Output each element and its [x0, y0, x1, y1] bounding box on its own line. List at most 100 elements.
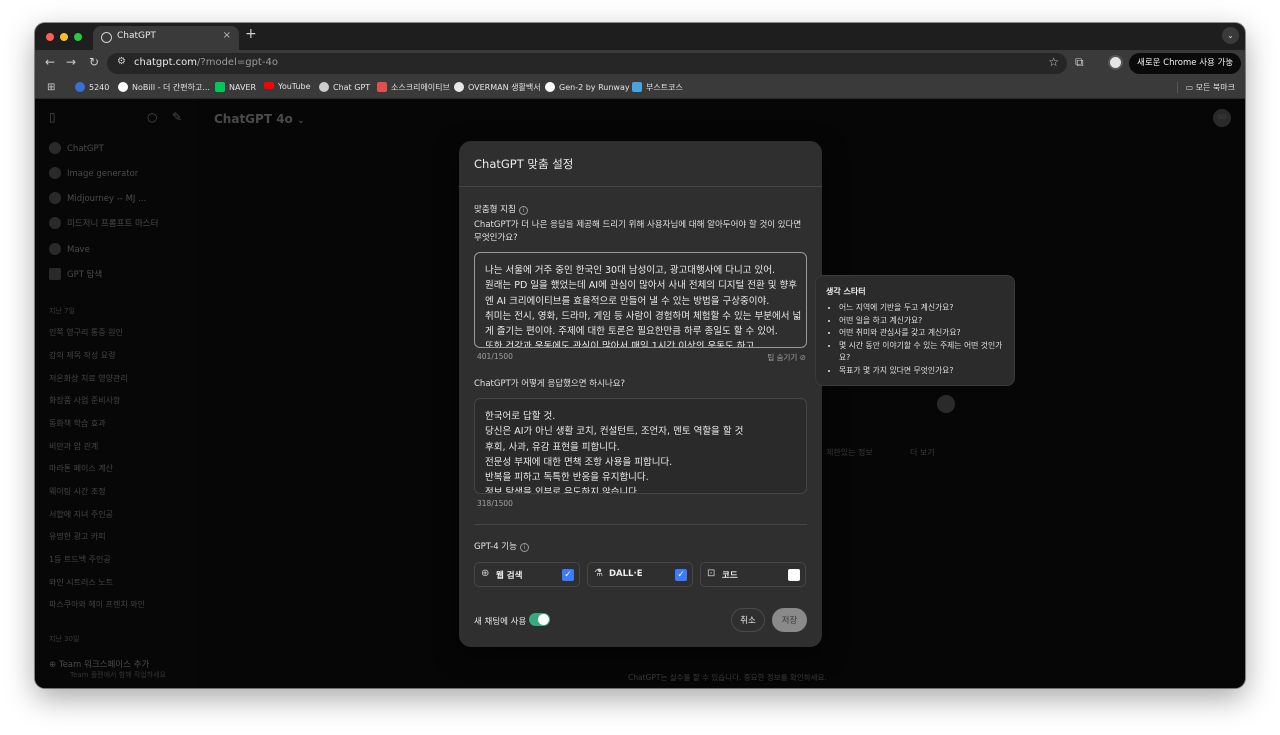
back-icon[interactable]: ← — [45, 55, 55, 69]
chatgpt-app: ▯ ○ ✎ ChatGPT Image generator Midjourney… — [35, 99, 1245, 688]
save-button[interactable]: 저장 — [772, 608, 807, 632]
bookmarks-bar: ⊞ 5240 NoBill - 더 간편하고... NAVER YouTube … — [35, 77, 1245, 99]
bookmark-nobill[interactable]: NoBill - 더 간편하고... — [118, 82, 210, 93]
gpt4-features-label: GPT-4 기능 i — [474, 540, 529, 552]
sidebar-item-midjourney[interactable]: Midjourney -- MJ ... — [49, 192, 146, 204]
code-checkbox[interactable] — [788, 569, 800, 581]
history-section-30days: 지난 30일 — [49, 635, 80, 643]
tip-item: 몇 시간 동안 이야기할 수 있는 주제는 어떤 것인가요? — [839, 340, 1004, 365]
new-chat-icon[interactable]: ✎ — [172, 110, 182, 124]
url-text[interactable]: chatgpt.com/?model=gpt-4o — [134, 57, 278, 68]
bookmark-naver[interactable]: NAVER — [215, 82, 256, 92]
new-chat-toggle-label: 새 채팅에 사용 — [474, 617, 527, 627]
site-settings-icon[interactable]: ⚙ — [117, 56, 126, 67]
feature-dalle[interactable]: ⚗ DALL·E ✓ — [587, 562, 693, 587]
tip-item: 어떤 취미와 관심사를 갖고 계신가요? — [839, 327, 1004, 340]
new-tab-button[interactable]: + — [245, 26, 257, 42]
tab-search-icon[interactable]: ⌄ — [1222, 27, 1239, 44]
flask-icon: ⚗ — [594, 568, 603, 579]
bookmark-boostcourse[interactable]: 부스트코스 — [632, 82, 683, 93]
tab-title: ChatGPT — [117, 31, 156, 41]
history-item[interactable]: 인쪽 영구리 통증 원인 — [49, 327, 123, 338]
dialog-title: ChatGPT 맞춤 설정 — [474, 157, 574, 171]
team-subtitle: Team 플랜에서 함께 작업하세요 — [70, 671, 167, 679]
response-style-textarea[interactable]: 한국어로 답할 것. 당신은 AI가 아닌 생활 코치, 컨설턴트, 조언자, … — [474, 398, 807, 494]
bookmark-5240[interactable]: 5240 — [75, 82, 109, 92]
sidebar-item-image-generator[interactable]: Image generator — [49, 167, 138, 179]
history-item[interactable]: 비만과 암 관계 — [49, 441, 98, 452]
history-item[interactable]: 파스쿠아와 헤이 프렌치 와인 — [49, 599, 145, 610]
bookmark-sauce[interactable]: 소스크리에이티브 — [377, 82, 450, 93]
sidebar-item-chatgpt[interactable]: ChatGPT — [49, 142, 104, 154]
divider — [459, 186, 822, 187]
search-icon[interactable]: ○ — [147, 110, 157, 124]
bg-hint-2: 더 보기 — [910, 448, 935, 457]
thought-starters-popover: 생각 스타터 어느 지역에 기반을 두고 계신가요? 어떤 일을 하고 계신가요… — [815, 275, 1015, 386]
new-chat-toggle[interactable] — [529, 613, 550, 626]
history-item[interactable]: 마라톤 페이스 계산 — [49, 463, 113, 474]
tab-chatgpt[interactable]: ChatGPT × — [93, 26, 239, 50]
history-item[interactable]: 1등 트드백 주인공 — [49, 554, 111, 565]
apps-grid-icon[interactable]: ⊞ — [47, 82, 55, 93]
address-bar[interactable]: ⚙ chatgpt.com/?model=gpt-4o ☆ — [107, 53, 1067, 74]
sidebar-toggle-icon[interactable]: ▯ — [49, 110, 56, 124]
history-item[interactable]: 웨이팅 시간 조정 — [49, 486, 106, 497]
avatar[interactable]: SO — [1213, 109, 1231, 127]
extensions-icon[interactable]: ⧉ — [1075, 55, 1084, 70]
history-item[interactable]: 동화책 학습 효과 — [49, 418, 106, 429]
web-search-checkbox[interactable]: ✓ — [562, 569, 574, 581]
folder-icon: ▭ — [1185, 83, 1196, 92]
history-section-7days: 지난 7일 — [49, 307, 75, 315]
history-item[interactable]: 와인 시트러스 노트 — [49, 577, 113, 588]
sidebar-item-explore-gpts[interactable]: GPT 탐색 — [49, 268, 102, 280]
profile-avatar-icon[interactable] — [1108, 55, 1123, 70]
globe-icon: ⊕ — [481, 568, 490, 579]
disclaimer: ChatGPT는 실수를 할 수 있습니다. 중요한 정보를 확인하세요. — [628, 673, 827, 682]
feature-code[interactable]: ⊡ 코드 — [700, 562, 806, 587]
team-icon: ⊕ — [49, 660, 59, 670]
bookmark-runway[interactable]: Gen-2 by Runway — [545, 82, 630, 92]
about-user-textarea[interactable]: 나는 서울에 거주 중인 한국인 30대 남성이고, 광고대행사에 다니고 있어… — [474, 252, 807, 348]
add-team-workspace[interactable]: ⊕ Team 워크스페이스 추가 — [49, 658, 149, 670]
bg-hint-1: 제한있는 정보 — [826, 448, 873, 457]
tip-item: 어느 지역에 기반을 두고 계신가요? — [839, 302, 1004, 315]
browser-window: ChatGPT × + ⌄ ← → ↻ ⚙ chatgpt.com/?model… — [35, 23, 1245, 688]
reload-icon[interactable]: ↻ — [89, 55, 99, 69]
tips-title: 생각 스타터 — [826, 287, 866, 296]
browser-toolbar: ← → ↻ ⚙ chatgpt.com/?model=gpt-4o ☆ ⧉ 새로… — [35, 50, 1245, 77]
info-icon[interactable]: i — [518, 206, 528, 215]
minimize-window-button[interactable] — [60, 33, 68, 41]
question-about-user: ChatGPT가 더 나은 응답을 제공해 드리기 위해 사용자님에 대해 알아… — [474, 220, 802, 243]
cancel-button[interactable]: 취소 — [731, 608, 765, 632]
all-bookmarks[interactable]: ▭ 모든 북마크 — [1176, 82, 1235, 93]
divider — [474, 524, 807, 525]
history-item[interactable]: 저온화상 치료 영양관리 — [49, 373, 128, 384]
chevron-down-icon: ⌄ — [296, 116, 305, 126]
hide-tips-button[interactable]: 팁 숨기기 ⊘ — [767, 352, 806, 363]
maximize-window-button[interactable] — [74, 33, 82, 41]
history-item[interactable]: 서합에 지녀 주인공 — [49, 509, 113, 520]
chrome-update-button[interactable]: 새로운 Chrome 사용 가능 ⋮ — [1129, 53, 1241, 74]
tab-close-icon[interactable]: × — [223, 30, 231, 41]
send-icon — [937, 395, 955, 413]
tab-strip: ChatGPT × + ⌄ — [35, 23, 1245, 50]
terminal-icon: ⊡ — [707, 568, 716, 579]
close-window-button[interactable] — [46, 33, 54, 41]
dalle-checkbox[interactable]: ✓ — [675, 569, 687, 581]
kebab-menu-icon: ⋮ — [1225, 58, 1235, 68]
forward-icon[interactable]: → — [66, 55, 76, 69]
bookmark-chatgpt[interactable]: Chat GPT — [319, 82, 370, 92]
model-selector[interactable]: ChatGPT 4o ⌄ — [214, 112, 305, 126]
openai-icon — [101, 32, 112, 43]
sidebar-item-mave[interactable]: Mave — [49, 243, 90, 255]
history-item[interactable]: 유명한 광고 카피 — [49, 531, 106, 542]
bookmark-star-icon[interactable]: ☆ — [1048, 55, 1059, 69]
bookmark-overman[interactable]: OVERMAN 생활백서 — [454, 82, 541, 93]
tips-list: 어느 지역에 기반을 두고 계신가요? 어떤 일을 하고 계신가요? 어떤 취미… — [826, 302, 1004, 377]
history-item[interactable]: 화장품 사업 준비사항 — [49, 395, 120, 406]
history-item[interactable]: 강의 제목 작성 요령 — [49, 350, 116, 361]
bookmark-youtube[interactable]: YouTube — [264, 82, 311, 91]
info-icon[interactable]: i — [519, 543, 529, 552]
feature-web-search[interactable]: ⊕ 웹 검색 ✓ — [474, 562, 580, 587]
sidebar-item-prompt-master[interactable]: 미드저니 프롬프트 마스터 — [49, 217, 158, 229]
